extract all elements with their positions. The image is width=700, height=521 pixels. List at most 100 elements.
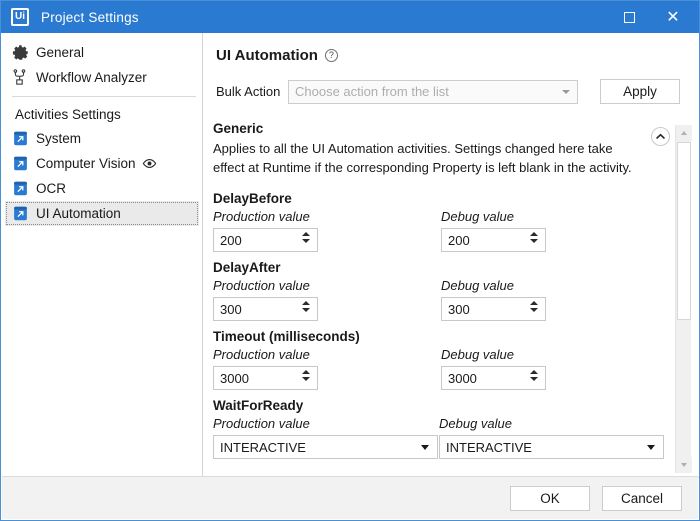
field-title: DelayBefore bbox=[213, 191, 292, 206]
bulk-action-row: Bulk Action Choose action from the list … bbox=[216, 79, 699, 104]
settings-scrollbar[interactable] bbox=[675, 125, 692, 473]
chevron-up-icon bbox=[656, 133, 665, 139]
uipath-logo-icon: Ui bbox=[11, 8, 29, 26]
spinner-down-icon[interactable] bbox=[529, 239, 538, 243]
bulk-action-placeholder: Choose action from the list bbox=[295, 84, 449, 99]
input-value: 3000 bbox=[447, 370, 477, 386]
spinner-down-icon[interactable] bbox=[529, 308, 538, 312]
field-block-timeout: Timeout (milliseconds) Production value … bbox=[213, 329, 664, 390]
eye-icon bbox=[142, 159, 156, 168]
sidebar: General Workflow Analyzer Activities Set… bbox=[2, 33, 203, 478]
production-value-label: Production value bbox=[213, 347, 310, 362]
page-title-row: UI Automation ? bbox=[216, 47, 699, 64]
sidebar-item-label: UI Automation bbox=[36, 206, 121, 221]
bulk-action-label: Bulk Action bbox=[216, 84, 281, 99]
spinner-up-icon[interactable] bbox=[302, 370, 310, 374]
input-value: 300 bbox=[220, 301, 242, 317]
spinner-down-icon[interactable] bbox=[302, 239, 310, 243]
spinner-arrows[interactable] bbox=[529, 301, 538, 312]
delaybefore-debug-input[interactable]: 200 bbox=[440, 228, 546, 252]
sidebar-item-label: General bbox=[36, 45, 85, 60]
maximize-button[interactable] bbox=[607, 1, 651, 33]
dialog-footer: OK Cancel bbox=[2, 476, 698, 519]
chevron-down-icon bbox=[647, 445, 655, 450]
field-title: DelayAfter bbox=[213, 260, 281, 275]
input-value: 200 bbox=[447, 232, 470, 248]
production-value-label: Production value bbox=[213, 209, 310, 224]
chevron-down-icon bbox=[562, 89, 570, 94]
input-value: 200 bbox=[220, 232, 242, 248]
field-block-waitforready: WaitForReady Production value INTERACTIV… bbox=[213, 398, 664, 459]
activity-icon bbox=[14, 206, 27, 221]
debug-value-label: Debug value bbox=[440, 278, 514, 293]
sidebar-group-activities-settings: Activities Settings bbox=[15, 106, 121, 122]
spinner-down-icon[interactable] bbox=[529, 377, 538, 381]
spinner-arrows[interactable] bbox=[529, 370, 538, 381]
production-value-label: Production value bbox=[213, 416, 310, 431]
apply-button[interactable]: Apply bbox=[600, 79, 680, 104]
field-block-delaybefore: DelayBefore Production value 200 Debug v… bbox=[213, 191, 664, 252]
field-block-delayafter: DelayAfter Production value 300 Debug va… bbox=[213, 260, 664, 321]
dropdown-value: INTERACTIVE bbox=[446, 439, 532, 455]
scroll-down-button[interactable] bbox=[676, 457, 692, 473]
gear-icon bbox=[12, 45, 28, 60]
activity-icon bbox=[14, 131, 27, 146]
production-value-label: Production value bbox=[213, 278, 310, 293]
sidebar-item-label: Workflow Analyzer bbox=[36, 70, 147, 85]
cancel-button[interactable]: Cancel bbox=[602, 485, 682, 511]
sidebar-item-ui-automation[interactable]: UI Automation bbox=[5, 201, 199, 226]
close-button[interactable]: ✕ bbox=[651, 1, 695, 33]
delaybefore-production-input[interactable]: 200 bbox=[213, 228, 318, 252]
settings-scroll-panel: Generic Applies to all the UI Automation… bbox=[213, 121, 686, 473]
section-description-generic: Applies to all the UI Automation activit… bbox=[213, 141, 632, 175]
spinner-down-icon[interactable] bbox=[302, 308, 310, 312]
sidebar-item-ocr[interactable]: OCR bbox=[2, 176, 202, 201]
activity-icon bbox=[14, 181, 27, 196]
sidebar-divider bbox=[12, 96, 196, 97]
spinner-arrows[interactable] bbox=[302, 370, 310, 381]
scrollbar-thumb[interactable] bbox=[677, 142, 691, 320]
chevron-down-icon bbox=[421, 445, 429, 450]
sidebar-item-computer-vision[interactable]: Computer Vision bbox=[2, 151, 202, 176]
spinner-up-icon[interactable] bbox=[302, 232, 310, 236]
scroll-up-icon bbox=[681, 131, 687, 135]
spinner-arrows[interactable] bbox=[302, 301, 310, 312]
waitforready-debug-dropdown[interactable]: INTERACTIVE bbox=[439, 435, 664, 459]
delayafter-debug-input[interactable]: 300 bbox=[440, 297, 546, 321]
ok-button[interactable]: OK bbox=[510, 485, 590, 511]
scroll-down-icon bbox=[681, 463, 687, 467]
close-icon: ✕ bbox=[666, 7, 680, 26]
title-bar: Ui Project Settings ✕ bbox=[1, 1, 699, 33]
page-title: UI Automation bbox=[216, 47, 318, 64]
bulk-action-select[interactable]: Choose action from the list bbox=[288, 79, 578, 104]
timeout-production-input[interactable]: 3000 bbox=[213, 366, 318, 390]
debug-value-label: Debug value bbox=[440, 209, 514, 224]
workflow-analyzer-icon bbox=[13, 69, 26, 85]
sidebar-item-general[interactable]: General bbox=[2, 40, 202, 65]
waitforready-production-dropdown[interactable]: INTERACTIVE bbox=[213, 435, 438, 459]
scroll-up-button[interactable] bbox=[676, 125, 692, 141]
sidebar-item-system[interactable]: System bbox=[2, 126, 202, 151]
spinner-up-icon[interactable] bbox=[529, 301, 538, 305]
sidebar-item-workflow-analyzer[interactable]: Workflow Analyzer bbox=[2, 65, 202, 90]
collapse-section-button[interactable] bbox=[651, 127, 670, 146]
help-icon[interactable]: ? bbox=[324, 49, 338, 62]
spinner-up-icon[interactable] bbox=[529, 232, 538, 236]
field-title: WaitForReady bbox=[213, 398, 304, 413]
dropdown-value: INTERACTIVE bbox=[220, 439, 306, 455]
input-value: 3000 bbox=[220, 370, 249, 386]
spinner-down-icon[interactable] bbox=[302, 377, 310, 381]
delayafter-production-input[interactable]: 300 bbox=[213, 297, 318, 321]
spinner-arrows[interactable] bbox=[529, 232, 538, 243]
debug-value-label: Debug value bbox=[439, 416, 512, 431]
spinner-up-icon[interactable] bbox=[302, 301, 310, 305]
spinner-arrows[interactable] bbox=[302, 232, 310, 243]
project-settings-dialog: Ui Project Settings ✕ General Workflow A… bbox=[0, 0, 700, 521]
maximize-icon bbox=[623, 11, 635, 23]
sidebar-item-label: System bbox=[36, 131, 82, 146]
spinner-up-icon[interactable] bbox=[529, 370, 538, 374]
sidebar-item-label: OCR bbox=[36, 181, 66, 196]
timeout-debug-input[interactable]: 3000 bbox=[440, 366, 546, 390]
field-title: Timeout (milliseconds) bbox=[213, 329, 360, 344]
debug-value-label: Debug value bbox=[440, 347, 514, 362]
